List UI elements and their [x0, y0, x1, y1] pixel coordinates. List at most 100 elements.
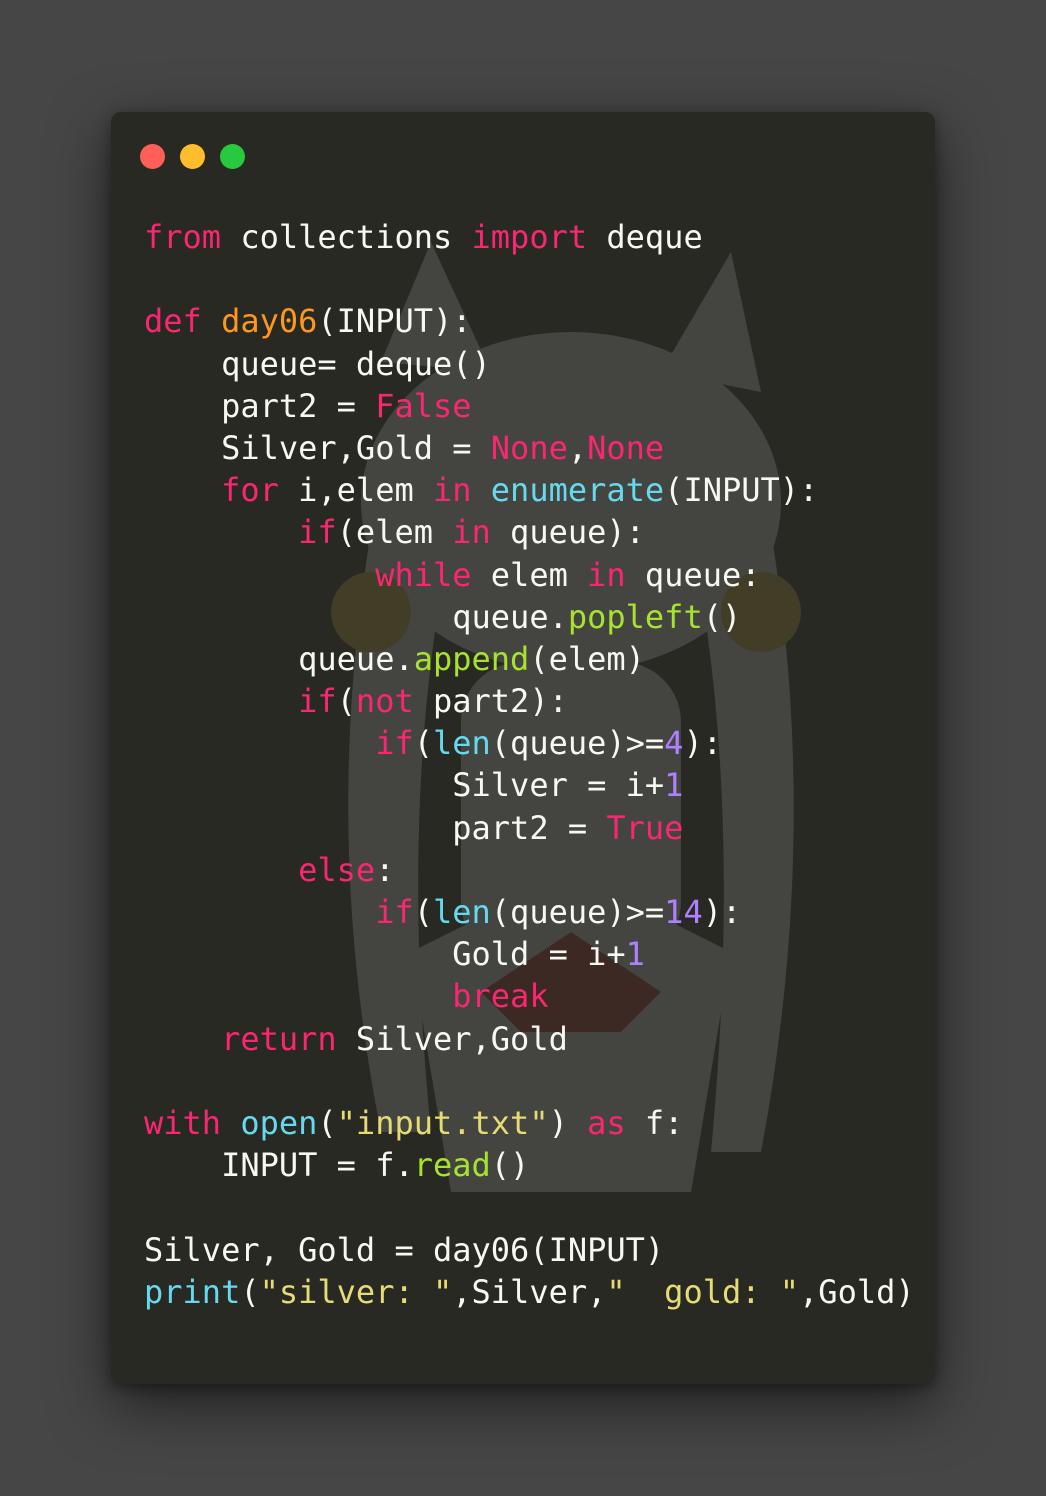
code-token: None	[587, 428, 665, 467]
code-token: (elem	[336, 513, 453, 552]
code-token: 4	[664, 724, 684, 763]
code-token: len	[432, 724, 491, 763]
code-token: "input.txt"	[336, 1103, 549, 1142]
code-token: (queue)>=	[490, 724, 665, 763]
code-token: deque	[587, 218, 703, 256]
code-token: " gold: "	[606, 1272, 800, 1311]
code-token: queue.	[144, 597, 568, 636]
code-token: day06	[221, 302, 318, 341]
code-token: len	[432, 893, 491, 931]
code-token: elem	[471, 555, 588, 594]
code-token: (	[317, 1103, 337, 1142]
code-token: queue):	[490, 513, 645, 552]
code-line: Silver, Gold = day06(INPUT)	[144, 1229, 915, 1271]
code-line: from collections import deque	[144, 216, 915, 258]
code-token: if	[298, 682, 337, 721]
code-line: if(elem in queue):	[144, 511, 915, 553]
code-token: (elem)	[529, 639, 645, 678]
code-token: ()	[702, 597, 742, 636]
code-token: return	[221, 1019, 337, 1058]
code-token: f:	[625, 1103, 684, 1142]
code-token: for	[221, 471, 279, 510]
code-token: ,	[567, 428, 588, 467]
minimize-button[interactable]	[180, 144, 205, 169]
code-line: Gold = i+1	[144, 933, 915, 975]
code-line: part2 = False	[144, 385, 915, 427]
code-token: enumerate	[490, 471, 665, 510]
code-token: (INPUT):	[317, 302, 472, 341]
code-token: i,elem	[278, 471, 433, 510]
code-token: popleft	[567, 597, 703, 636]
code-token: :	[375, 850, 395, 889]
code-token: ,Silver,	[452, 1272, 607, 1311]
close-button[interactable]	[140, 144, 165, 169]
code-line: else:	[144, 849, 915, 891]
code-line: if(not part2):	[144, 680, 915, 722]
code-token: as	[587, 1103, 626, 1142]
code-token: True	[606, 808, 684, 847]
code-line: for i,elem in enumerate(INPUT):	[144, 469, 915, 511]
code-line: return Silver,Gold	[144, 1018, 915, 1060]
code-token: collections	[221, 218, 472, 256]
code-line: while elem in queue:	[144, 554, 915, 596]
code-token: queue= deque()	[144, 344, 491, 383]
code-token: def	[144, 302, 202, 341]
code-token: queue:	[625, 555, 761, 594]
code-line: print("silver: ",Silver," gold: ",Gold)	[144, 1271, 915, 1313]
code-line: queue.popleft()	[144, 596, 915, 638]
code-token: 1	[664, 766, 684, 805]
code-line: break	[144, 975, 915, 1017]
code-token: (	[413, 893, 433, 931]
code-token: print	[144, 1272, 241, 1311]
maximize-button[interactable]	[220, 144, 245, 169]
code-token: ):	[702, 893, 742, 931]
code-token: in	[452, 513, 491, 552]
code-token: open	[240, 1103, 318, 1142]
code-line: if(len(queue)>=14):	[144, 891, 915, 933]
code-token: part2):	[413, 682, 568, 721]
code-token: while	[375, 555, 472, 594]
code-token: from	[144, 218, 222, 256]
code-token: 1	[625, 935, 645, 974]
code-line: queue= deque()	[144, 343, 915, 385]
code-token: Silver,Gold =	[144, 428, 491, 467]
code-token: part2 =	[144, 808, 607, 847]
code-token: if	[298, 513, 337, 552]
code-token: "silver: "	[259, 1272, 453, 1311]
code-token: (	[336, 682, 356, 721]
code-token: break	[452, 977, 549, 1016]
code-window: from collections import deque def day06(…	[111, 112, 935, 1384]
title-bar	[111, 112, 935, 202]
code-token: Silver, Gold = day06(INPUT)	[144, 1230, 665, 1269]
code-token: import	[471, 218, 588, 256]
code-token: ):	[683, 724, 722, 763]
code-token: )	[548, 1103, 588, 1142]
code-token: ,Gold)	[799, 1272, 915, 1311]
code-token: Silver,Gold	[336, 1019, 568, 1058]
code-token: queue.	[144, 639, 414, 678]
code-line: INPUT = f.read()	[144, 1144, 915, 1186]
code-line: Silver = i+1	[144, 764, 915, 806]
code-token: if	[375, 724, 414, 763]
code-line: part2 = True	[144, 807, 915, 849]
code-token: read	[413, 1146, 491, 1185]
code-token: False	[375, 386, 472, 425]
code-token: (queue)>=	[490, 893, 665, 931]
code-token: in	[587, 555, 626, 594]
code-line: if(len(queue)>=4):	[144, 722, 915, 764]
code-token: 14	[664, 893, 703, 931]
code-block: from collections import deque def day06(…	[144, 216, 915, 1313]
code-token: not	[355, 682, 414, 721]
code-token: (	[240, 1272, 260, 1311]
